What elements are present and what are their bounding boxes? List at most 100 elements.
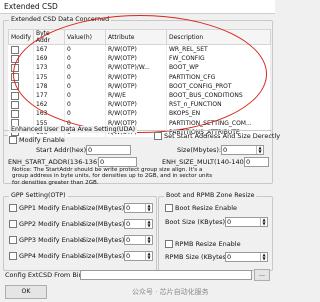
row-modify-checkbox[interactable]: [10, 54, 19, 63]
table-row[interactable]: 175 0 R/W(OTP) PARTITION_CFG: [8, 72, 271, 82]
table-row[interactable]: 163 0 R/W(OTP) BKOPS_EN: [8, 109, 271, 119]
table-row[interactable]: 169 0 R/W(OTP) FW_CONFIG: [8, 54, 271, 64]
csd-group-label: Extended CSD Data Concerned: [9, 16, 112, 23]
gpp-size-input[interactable]: 0 ▲ ▼: [124, 219, 153, 229]
gpp-modify-checkbox[interactable]: [9, 204, 17, 212]
spinner-icon[interactable]: ▲ ▼: [145, 236, 152, 244]
uda-size-input[interactable]: 0 ▲ ▼: [221, 145, 264, 155]
row-attribute: R/W/E: [105, 90, 167, 101]
row-modify-cell[interactable]: [8, 54, 34, 64]
enh-start-label: ENH_START_ADDR(136-136):: [8, 158, 102, 166]
rpmb-resize-checkbox[interactable]: [165, 240, 173, 248]
gpp-size-input[interactable]: 0 ▲ ▼: [124, 251, 153, 261]
row-addr: 177: [33, 90, 65, 101]
row-addr: 163: [33, 109, 65, 119]
row-addr: 173: [33, 63, 65, 73]
row-value[interactable]: 0: [64, 63, 106, 73]
config-label: Config ExtCSD From Bin:: [5, 271, 85, 279]
gpp-modify-enable[interactable]: GPP3 Modify Enable: [9, 236, 84, 244]
ok-button[interactable]: OK: [5, 285, 47, 299]
gpp-size-label: Size(MBytes):: [82, 220, 127, 228]
boot-size-input[interactable]: 0 ▲ ▼: [225, 217, 268, 227]
set-directly-label[interactable]: Set Start Address And Size Derectly: [154, 132, 280, 140]
uda-modify-checkbox[interactable]: [9, 136, 17, 144]
gpp-size-label: Size(MBytes):: [82, 252, 127, 260]
row-attribute: R/W(OTP)/W...: [105, 63, 167, 73]
row-attribute: R/W(OTP): [105, 44, 167, 55]
row-value[interactable]: 0: [64, 44, 106, 55]
row-modify-checkbox[interactable]: [10, 100, 19, 109]
row-attribute: R/W(OTP): [105, 54, 167, 64]
row-description: BOOT_CONFIG_PROT: [166, 81, 271, 91]
row-addr: 162: [33, 100, 65, 110]
table-row[interactable]: 178 0 R/W(OTP) BOOT_CONFIG_PROT: [8, 81, 271, 91]
set-directly-checkbox[interactable]: [154, 132, 162, 140]
gpp-modify-checkbox[interactable]: [9, 252, 17, 260]
gpp-modify-enable[interactable]: GPP1 Modify Enable: [9, 204, 84, 212]
row-modify-checkbox[interactable]: [10, 63, 19, 72]
row-value[interactable]: 0: [64, 72, 106, 82]
table-row[interactable]: 177 0 R/W/E BOOT_BUS_CONDITIONS: [8, 90, 271, 101]
browse-button[interactable]: ...: [254, 269, 270, 281]
table-row[interactable]: 167 0 R/W(OTP) WR_REL_SET: [8, 44, 271, 55]
col-byte-addr[interactable]: Byte Addr: [33, 29, 65, 45]
spinner-icon[interactable]: ▲ ▼: [145, 220, 152, 228]
row-modify-cell[interactable]: [8, 81, 34, 91]
col-description[interactable]: Description: [166, 29, 271, 45]
gpp-size-input[interactable]: 0 ▲ ▼: [124, 235, 153, 245]
row-addr: 178: [33, 81, 65, 91]
enh-start-input[interactable]: 0: [98, 157, 137, 167]
table-row[interactable]: 162 0 R/W(OTP) RST_n_FUNCTION: [8, 100, 271, 110]
spinner-icon[interactable]: ▲ ▼: [256, 146, 263, 154]
gpp-size-label: Size(MBytes):: [82, 236, 127, 244]
row-modify-cell[interactable]: [8, 100, 34, 110]
row-value[interactable]: 0: [64, 109, 106, 119]
spinner-icon[interactable]: ▲ ▼: [145, 204, 152, 212]
row-modify-cell[interactable]: [8, 44, 34, 55]
gpp-size-input[interactable]: 0 ▲ ▼: [124, 203, 153, 213]
gpp-size-label: Size(MBytes):: [82, 204, 127, 212]
row-value[interactable]: 0: [64, 90, 106, 101]
row-modify-cell[interactable]: [8, 72, 34, 82]
row-description: PARTITION_CFG: [166, 72, 271, 82]
gpp-modify-enable[interactable]: GPP4 Modify Enable: [9, 252, 84, 260]
start-addr-input[interactable]: 0: [86, 145, 131, 155]
row-value[interactable]: 0: [64, 81, 106, 91]
csd-table[interactable]: Modify Byte Addr Value(h) Attribute Desc…: [8, 29, 271, 137]
col-modify[interactable]: Modify: [8, 29, 34, 45]
enh-size-input[interactable]: 0: [244, 157, 269, 167]
row-attribute: R/W(OTP): [105, 100, 167, 110]
col-value[interactable]: Value(h): [64, 29, 106, 45]
uda-modify-enable[interactable]: Modify Enable: [9, 136, 65, 144]
row-modify-cell[interactable]: [8, 109, 34, 119]
table-row[interactable]: 173 0 R/W(OTP)/W... BOOT_WP: [8, 63, 271, 73]
start-addr-label: Start Addr(hex):: [36, 146, 89, 154]
row-value[interactable]: 0: [64, 54, 106, 64]
row-modify-checkbox[interactable]: [10, 82, 19, 91]
row-description: BOOT_BUS_CONDITIONS: [166, 90, 271, 101]
boot-resize-enable[interactable]: Boot Resize Enable: [165, 204, 237, 212]
row-modify-checkbox[interactable]: [10, 91, 19, 100]
spinner-icon[interactable]: ▲ ▼: [145, 252, 152, 260]
gpp-modify-checkbox[interactable]: [9, 236, 17, 244]
boot-group: Boot and RPMB Zone Resize Boot Resize En…: [158, 192, 273, 271]
row-modify-checkbox[interactable]: [10, 109, 19, 118]
rpmb-size-input[interactable]: 0 ▲ ▼: [225, 252, 268, 262]
rpmb-resize-enable[interactable]: RPMB Resize Enable: [165, 240, 241, 248]
boot-resize-checkbox[interactable]: [165, 204, 173, 212]
spinner-icon[interactable]: ▲ ▼: [260, 218, 267, 226]
col-attribute[interactable]: Attribute: [105, 29, 167, 45]
row-modify-cell[interactable]: [8, 90, 34, 101]
config-path-input[interactable]: [80, 270, 252, 280]
gpp-modify-checkbox[interactable]: [9, 220, 17, 228]
row-modify-cell[interactable]: [8, 63, 34, 73]
row-description: BOOT_WP: [166, 63, 271, 73]
spinner-icon[interactable]: ▲ ▼: [260, 253, 267, 261]
gpp-modify-enable[interactable]: GPP2 Modify Enable: [9, 220, 84, 228]
row-description: BKOPS_EN: [166, 109, 271, 119]
row-modify-checkbox[interactable]: [10, 45, 19, 54]
csd-table-header: Modify Byte Addr Value(h) Attribute Desc…: [8, 29, 271, 45]
gpp-group: GPP Setting(OTP) GPP1 Modify Enable Size(…: [3, 192, 157, 271]
row-modify-checkbox[interactable]: [10, 73, 19, 82]
row-value[interactable]: 0: [64, 100, 106, 110]
